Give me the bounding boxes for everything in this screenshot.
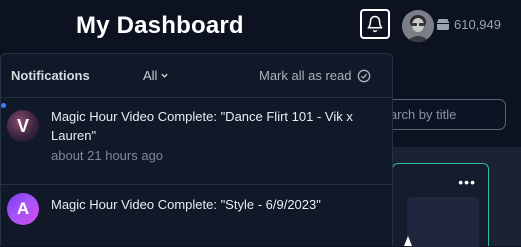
mouse-cursor-icon	[404, 236, 412, 246]
unread-indicator	[1, 103, 6, 108]
notification-text: Magic Hour Video Complete: "Dance Flirt …	[51, 109, 353, 143]
notification-avatar: V	[7, 110, 39, 142]
user-avatar[interactable]	[402, 10, 434, 42]
notifications-filter[interactable]: All	[143, 68, 169, 83]
page-title: My Dashboard	[76, 12, 244, 39]
credits-value: 610,949	[454, 17, 501, 32]
wallet-icon	[437, 19, 449, 30]
notification-text: Magic Hour Video Complete: "Style - 6/9/…	[51, 197, 321, 212]
check-circle-icon	[358, 69, 371, 82]
mark-all-read-label: Mark all as read	[259, 68, 352, 83]
notification-item[interactable]: V Magic Hour Video Complete: "Dance Flir…	[1, 98, 392, 185]
notification-item[interactable]: A Magic Hour Video Complete: "Style - 6/…	[1, 185, 392, 246]
chevron-down-icon	[161, 73, 169, 78]
notification-time: about 21 hours ago	[51, 148, 164, 163]
filter-label: All	[143, 68, 158, 83]
video-thumbnail[interactable]	[407, 197, 479, 247]
notifications-title: Notifications	[11, 68, 90, 83]
notifications-dropdown: Notifications All Mark all as read V Mag…	[0, 53, 393, 246]
top-header: My Dashboard 610,949	[0, 0, 521, 52]
notification-avatar: A	[7, 193, 39, 225]
mark-all-read-button[interactable]: Mark all as read	[259, 68, 371, 83]
search-input[interactable]: Search by title	[374, 99, 506, 130]
video-card[interactable]: •••	[392, 163, 489, 247]
bell-icon	[367, 15, 383, 33]
credits-balance: 610,949	[437, 17, 501, 32]
notifications-header: Notifications All Mark all as read	[1, 54, 392, 98]
more-options-icon[interactable]: •••	[458, 174, 476, 190]
notifications-button[interactable]	[360, 9, 390, 39]
